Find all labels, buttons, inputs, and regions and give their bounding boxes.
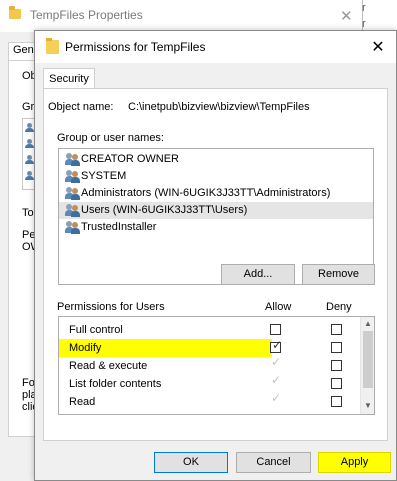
permission-row-full-control: Full control (59, 321, 359, 339)
add-button[interactable]: Add... (221, 264, 295, 285)
permission-row-list-folder-contents: List folder contents ✓ (59, 374, 359, 393)
scroll-down-icon[interactable]: ▼ (361, 401, 374, 410)
user-item-label: Users (WIN-6UGIK3J33TT\Users) (81, 204, 248, 216)
allow-checkbox-read-execute: ✓ (270, 356, 281, 371)
tab-security[interactable]: Security (43, 68, 95, 89)
object-name-value: C:\inetpub\bizview\bizview\TempFiles (128, 101, 310, 113)
permission-label: Modify (69, 342, 102, 354)
user-group-icon (65, 170, 81, 183)
user-group-icon (65, 204, 81, 217)
to-change-fragment: To (22, 207, 34, 219)
edge-fragment: r (362, 2, 366, 14)
allow-checkbox-list-folder-contents: ✓ (270, 374, 281, 389)
allow-checkbox-modify[interactable]: ✓ (270, 338, 283, 353)
deny-checkbox-read[interactable] (331, 396, 342, 407)
permission-row-read-execute: Read & execute ✓ (59, 356, 359, 375)
deny-header: Deny (326, 301, 352, 313)
user-group-icon (65, 153, 81, 166)
properties-close-icon[interactable]: ✕ (340, 7, 353, 25)
permission-label: Read & execute (69, 360, 148, 372)
deny-checkbox-read-execute[interactable] (331, 360, 342, 371)
ok-button[interactable]: OK (154, 452, 228, 473)
deny-checkbox-list-folder-contents[interactable] (331, 378, 342, 389)
allow-header: Allow (265, 301, 292, 313)
allow-checkbox-read: ✓ (270, 392, 281, 407)
permission-label: List folder contents (69, 378, 162, 390)
permissions-for-users-label: Permissions for Users (57, 301, 165, 313)
permissions-dialog: Permissions for TempFiles ✕ Security Obj… (34, 30, 397, 481)
deny-checkbox-modify[interactable] (331, 342, 342, 353)
dialog-titlebar: Permissions for TempFiles ✕ (35, 31, 396, 63)
properties-titlebar: TempFiles Properties ✕ (0, 0, 362, 32)
scroll-up-icon[interactable]: ▲ (361, 319, 374, 328)
user-item-administrators[interactable]: Administrators (WIN-6UGIK3J33TT\Administ… (59, 185, 373, 202)
scroll-thumb[interactable] (363, 331, 373, 388)
check-icon: ✓ (271, 373, 282, 387)
dialog-title: Permissions for TempFiles (65, 40, 206, 54)
apply-button[interactable]: Apply (318, 452, 391, 473)
allow-checkbox-full-control[interactable] (270, 324, 281, 335)
deny-checkbox-full-control[interactable] (331, 324, 342, 335)
folder-icon (46, 38, 59, 54)
user-item-label: SYSTEM (81, 170, 127, 182)
permissions-list: Full control Modify ✓ Read & execute ✓ L… (58, 316, 375, 415)
user-item-label: TrustedInstaller (81, 221, 157, 233)
remove-button[interactable]: Remove (302, 264, 375, 285)
user-item-users[interactable]: Users (WIN-6UGIK3J33TT\Users) (59, 202, 373, 219)
permission-row-read: Read ✓ (59, 392, 359, 411)
dialog-close-icon[interactable]: ✕ (368, 37, 388, 57)
group-names-label: Group or user names: (57, 132, 164, 144)
for-special-fragment: Fo (22, 377, 35, 389)
user-item-system[interactable]: SYSTEM (59, 168, 373, 185)
user-item-label: Administrators (WIN-6UGIK3J33TT\Administ… (81, 187, 331, 199)
permission-label: Read (69, 396, 96, 408)
check-icon: ✓ (271, 391, 282, 405)
user-item-label: CREATOR OWNER (81, 153, 179, 165)
check-icon: ✓ (272, 338, 283, 352)
permissions-scrollbar[interactable]: ▲ ▼ (360, 317, 374, 414)
user-item-trustedinstaller[interactable]: TrustedInstaller (59, 219, 373, 236)
edge-fragment: r (362, 18, 366, 30)
cancel-button[interactable]: Cancel (236, 452, 311, 473)
properties-title: TempFiles Properties (30, 8, 143, 22)
object-name-label: Object name: (48, 101, 114, 113)
folder-icon (9, 6, 21, 19)
check-icon: ✓ (271, 355, 282, 369)
permission-row-modify: Modify ✓ (59, 339, 282, 357)
permission-label: Full control (69, 324, 123, 336)
user-group-icon (65, 187, 81, 200)
user-group-icon (65, 221, 81, 234)
user-item-creator-owner[interactable]: CREATOR OWNER (59, 151, 373, 168)
